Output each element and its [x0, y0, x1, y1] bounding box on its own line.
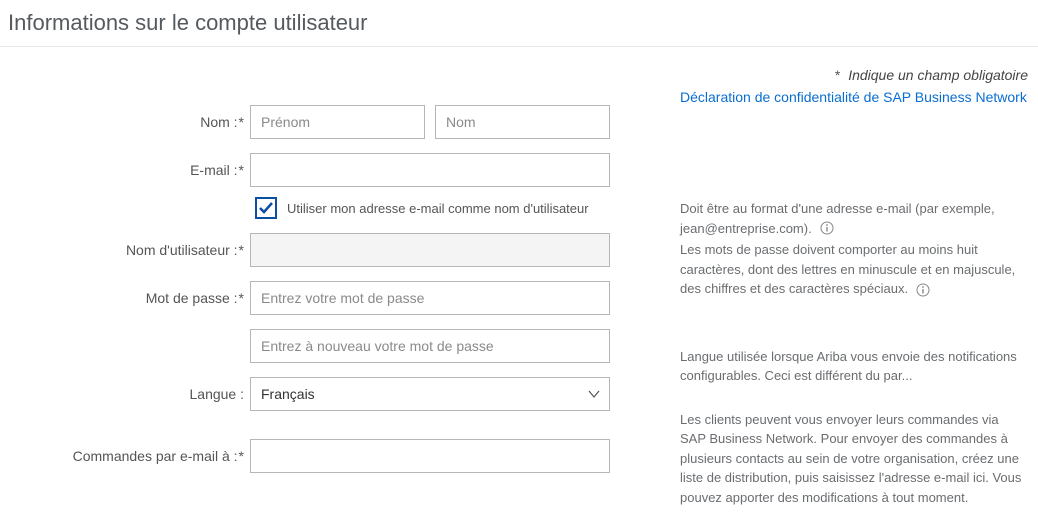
language-selected-value: Français	[261, 386, 315, 402]
required-field-note: * Indique un champ obligatoire	[680, 67, 1028, 83]
row-username: Nom d'utilisateur :*	[0, 233, 660, 267]
label-username: Nom d'utilisateur :*	[0, 242, 250, 258]
username-input	[250, 233, 610, 267]
language-select[interactable]: Français	[250, 377, 610, 411]
password-confirm-input[interactable]	[250, 329, 610, 363]
row-name: Nom :*	[0, 105, 660, 139]
use-email-checkbox-label: Utiliser mon adresse e-mail comme nom d'…	[287, 201, 589, 216]
row-password-confirm	[0, 329, 660, 363]
label-email: E-mail :*	[0, 162, 250, 178]
row-use-email-as-username: Utiliser mon adresse e-mail comme nom d'…	[255, 197, 660, 219]
chevron-down-icon	[587, 387, 601, 401]
label-name: Nom :*	[0, 114, 250, 130]
info-icon[interactable]	[820, 221, 834, 235]
check-icon	[258, 200, 274, 216]
label-orders-email: Commandes par e-mail à :*	[0, 448, 250, 464]
last-name-input[interactable]	[435, 105, 610, 139]
password-input[interactable]	[250, 281, 610, 315]
row-email: E-mail :*	[0, 153, 660, 187]
row-language: Langue : Français	[0, 377, 660, 411]
label-language: Langue :	[0, 386, 250, 402]
help-username: Doit être au format d'une adresse e-mail…	[680, 201, 995, 236]
info-icon[interactable]	[916, 283, 930, 297]
orders-email-input[interactable]	[250, 439, 610, 473]
label-password: Mot de passe :*	[0, 290, 250, 306]
email-input[interactable]	[250, 153, 610, 187]
help-orders-email: Les clients peuvent vous envoyer leurs c…	[680, 410, 1028, 508]
help-username-block: Doit être au format d'une adresse e-mail…	[680, 199, 1028, 299]
help-language: Langue utilisée lorsque Ariba vous envoi…	[680, 347, 1028, 386]
row-password: Mot de passe :*	[0, 281, 660, 315]
use-email-checkbox[interactable]	[255, 197, 277, 219]
page-title: Informations sur le compte utilisateur	[0, 0, 1038, 47]
row-orders-email: Commandes par e-mail à :*	[0, 439, 660, 473]
help-password: Les mots de passe doivent comporter au m…	[680, 240, 1028, 299]
privacy-link[interactable]: Déclaration de confidentialité de SAP Bu…	[680, 89, 1027, 105]
help-column: * Indique un champ obligatoire Déclarati…	[660, 67, 1038, 525]
first-name-input[interactable]	[250, 105, 425, 139]
form-column: Nom :* E-mail :*	[0, 67, 660, 525]
